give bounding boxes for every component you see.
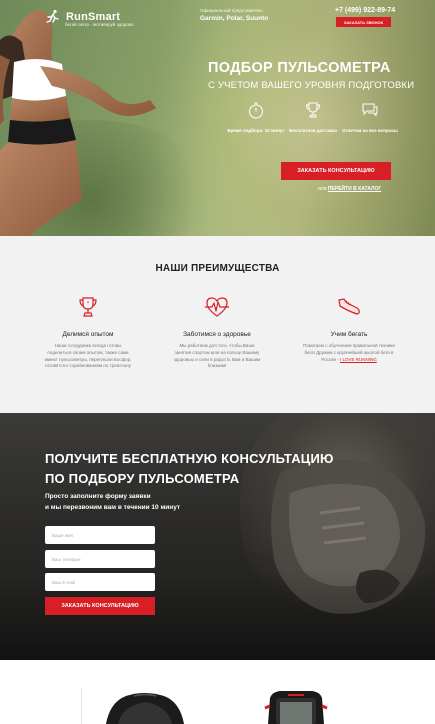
sport-watch-image[interactable] bbox=[262, 688, 330, 724]
i-love-running-link[interactable]: I LOVE RUNNING bbox=[340, 357, 377, 362]
landing-page: RunSmart бегай легко - мотивируй здорово… bbox=[0, 0, 435, 724]
catalog-link[interactable]: ПЕРЕЙТИ В КАТАЛОГ bbox=[328, 186, 381, 192]
hero-section: RunSmart бегай легко - мотивируй здорово… bbox=[0, 0, 435, 236]
advantage-heading: Делимся опытом bbox=[62, 331, 114, 338]
callback-button[interactable]: ЗАКАЗАТЬ ЗВОНОК bbox=[336, 17, 391, 27]
feature-selection-time: Время подбора: 10 минут bbox=[226, 100, 286, 134]
hero-title: ПОДБОР ПУЛЬСОМЕТРА bbox=[208, 60, 391, 76]
email-field[interactable] bbox=[45, 573, 155, 591]
feature-label: Бесплатная доставка bbox=[289, 128, 337, 133]
consultation-section: ПОЛУЧИТЕ БЕСПЛАТНУЮ КОНСУЛЬТАЦИЮ ПО ПОДБ… bbox=[0, 413, 435, 660]
heart-rate-strap-image[interactable] bbox=[104, 688, 186, 724]
submit-consultation-button[interactable]: ЗАКАЗАТЬ КОНСУЛЬТАЦИЮ bbox=[45, 597, 155, 615]
official-partner: Официальный представитель Garmin, Polar,… bbox=[200, 8, 268, 22]
partner-label: Официальный представитель bbox=[200, 8, 263, 13]
logo-tagline: бегай легко - мотивируй здорово bbox=[65, 22, 134, 27]
advantages-title: НАШИ ПРЕИМУЩЕСТВА bbox=[155, 263, 280, 274]
stopwatch-icon bbox=[249, 102, 263, 119]
products-section bbox=[0, 660, 435, 724]
name-field[interactable] bbox=[45, 526, 155, 544]
advantage-teach-running: Учим бегать Помогаем с обучением правиль… bbox=[303, 294, 395, 363]
trophy-icon bbox=[79, 297, 97, 317]
advantages-section: НАШИ ПРЕИМУЩЕСТВА Делимся опытом Наши со… bbox=[0, 236, 435, 413]
phone-number[interactable]: +7 (499) 922-89-74 bbox=[335, 7, 395, 14]
consultation-title: ПОЛУЧИТЕ БЕСПЛАТНУЮ КОНСУЛЬТАЦИЮ ПО ПОДБ… bbox=[45, 449, 334, 489]
catalog-line: или ПЕРЕЙТИ В КАТАЛОГ bbox=[318, 186, 381, 192]
advantage-heading: Заботимся о здоровье bbox=[183, 331, 251, 338]
consultation-title-line1: ПОЛУЧИТЕ БЕСПЛАТНУЮ КОНСУЛЬТАЦИЮ bbox=[45, 451, 334, 466]
partner-brands: Garmin, Polar, Suunto bbox=[200, 15, 269, 22]
consultation-subtitle-line1: Просто заполните форму заявки bbox=[45, 493, 151, 500]
trophy-icon bbox=[305, 102, 321, 118]
feature-free-delivery: Бесплатная доставка bbox=[283, 100, 343, 134]
hero-subtitle: С УЧЕТОМ ВАШЕГО УРОВНЯ ПОДГОТОВКИ bbox=[208, 80, 415, 91]
phone-field[interactable] bbox=[45, 550, 155, 568]
consultation-subtitle: Просто заполните форму заявки и мы перез… bbox=[45, 491, 180, 514]
advantage-text: Мы работаем для того, чтобы Ваши занятия… bbox=[173, 343, 261, 369]
feature-label: Ответим на все вопросы bbox=[342, 128, 398, 133]
order-consultation-button[interactable]: ЗАКАЗАТЬ КОНСУЛЬТАЦИЮ bbox=[281, 162, 391, 180]
runner-logo-icon bbox=[46, 9, 59, 23]
feature-label: Время подбора: 10 минут bbox=[227, 128, 285, 133]
consultation-title-line2: ПО ПОДБОРУ ПУЛЬСОМЕТРА bbox=[45, 471, 240, 487]
advantage-experience: Делимся опытом Наши сотрудники всегда го… bbox=[42, 294, 134, 370]
heart-pulse-icon bbox=[205, 297, 229, 317]
sneaker-icon bbox=[338, 298, 360, 315]
runner-photo bbox=[0, 10, 156, 236]
logo[interactable]: RunSmart бегай легко - мотивируй здорово bbox=[45, 9, 134, 27]
advantage-heading: Учим бегать bbox=[330, 331, 368, 338]
feature-answer-questions: Ответим на все вопросы bbox=[340, 100, 400, 134]
consultation-subtitle-line2: и мы перезвоним вам в течении 10 минут bbox=[45, 504, 181, 512]
advantage-text: Помогаем с обучением правильной технике … bbox=[303, 343, 395, 363]
advantage-text: Наши сотрудники всегда готовы поделиться… bbox=[44, 343, 132, 369]
or-label: или bbox=[318, 186, 327, 192]
chat-icon bbox=[362, 103, 378, 117]
divider bbox=[81, 688, 82, 724]
advantage-health: Заботимся о здоровье Мы работаем для тог… bbox=[171, 294, 263, 370]
